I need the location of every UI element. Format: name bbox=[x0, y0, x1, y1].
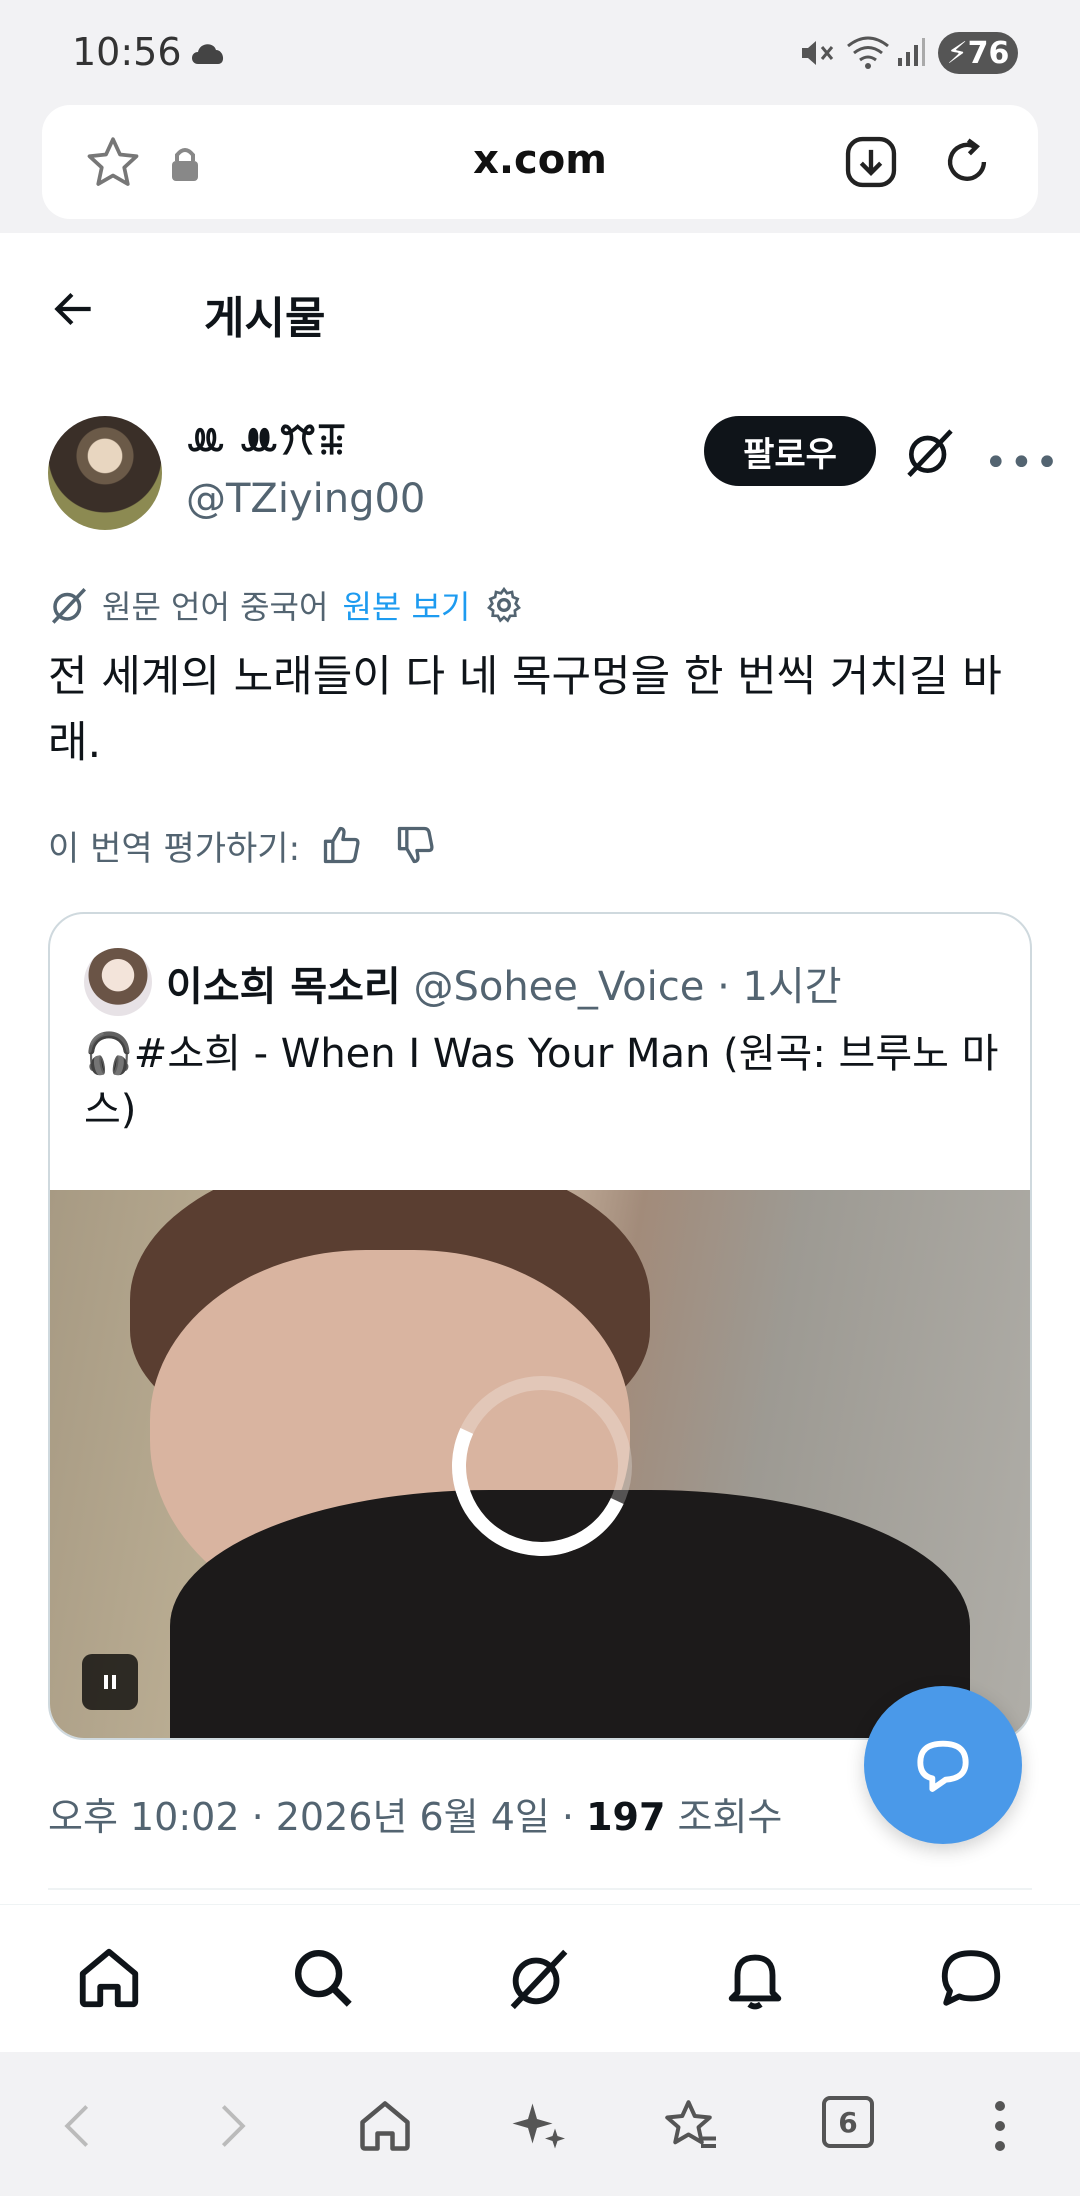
quoted-author-avatar[interactable] bbox=[84, 948, 152, 1016]
mute-icon bbox=[802, 41, 834, 65]
translate-icon bbox=[51, 588, 87, 624]
chat-bubble-icon bbox=[917, 1740, 969, 1792]
rate-translation-label: 이 번역 평가하기: bbox=[48, 828, 301, 869]
gear-icon[interactable] bbox=[484, 585, 524, 625]
video-player[interactable] bbox=[50, 1190, 1030, 1738]
post-timestamp: 오후 10:02 · 2026년 6월 4일 · 197 조회수 bbox=[48, 1786, 782, 1841]
quoted-post-text: 🎧#소희 - When I Was Your Man (원곡: 브루노 마스) bbox=[84, 1031, 999, 1133]
post-datetime: 오후 10:02 · 2026년 6월 4일 · bbox=[48, 1795, 587, 1839]
quoted-author-name[interactable]: 이소희 목소리 bbox=[166, 964, 401, 1010]
battery-level: 76 bbox=[967, 35, 1010, 71]
more-options-icon[interactable]: ••• bbox=[984, 440, 1061, 486]
views-label: 조회수 bbox=[677, 1795, 783, 1839]
translation-source-language: 원문 언어 중국어 bbox=[102, 588, 329, 626]
separator-dot: · bbox=[717, 964, 730, 1010]
grok-icon[interactable] bbox=[504, 1943, 574, 2013]
notifications-icon[interactable] bbox=[720, 1943, 790, 2013]
divider bbox=[48, 1888, 1032, 1890]
reload-icon[interactable] bbox=[938, 133, 996, 191]
back-icon[interactable] bbox=[52, 2096, 104, 2156]
wifi-icon bbox=[847, 36, 889, 69]
grok-icon[interactable] bbox=[902, 424, 958, 480]
thumbs-up-icon[interactable] bbox=[320, 823, 364, 867]
search-icon[interactable] bbox=[288, 1943, 358, 2013]
url-bar[interactable]: x.com bbox=[42, 105, 1038, 219]
translation-notice: 원문 언어 중국어 원본 보기 bbox=[48, 580, 524, 630]
signal-icon bbox=[898, 38, 925, 66]
quoted-post-time: 1시간 bbox=[742, 964, 842, 1010]
show-original-link[interactable]: 원본 보기 bbox=[342, 582, 470, 628]
views-count: 197 bbox=[586, 1795, 666, 1839]
pause-icon bbox=[104, 1675, 116, 1689]
pause-button[interactable] bbox=[82, 1654, 138, 1710]
bookmarks-icon[interactable] bbox=[660, 2096, 722, 2156]
reply-fab-button[interactable] bbox=[864, 1686, 1022, 1844]
messages-icon[interactable] bbox=[936, 1943, 1006, 2013]
rate-translation-row: 이 번역 평가하기: bbox=[48, 820, 438, 870]
home-icon[interactable] bbox=[74, 1943, 144, 2013]
quoted-author-handle[interactable]: @Sohee_Voice bbox=[413, 964, 704, 1010]
browser-bottom-bar: 6 bbox=[0, 2052, 1080, 2196]
status-time: 10:56 bbox=[72, 30, 182, 74]
cloud-icon bbox=[192, 44, 224, 64]
download-icon[interactable] bbox=[842, 133, 900, 191]
quoted-post-header: 이소희 목소리 @Sohee_Voice · 1시간 bbox=[166, 954, 842, 1012]
battery-indicator: ⚡ 76 bbox=[938, 32, 1018, 74]
follow-button[interactable]: 팔로우 bbox=[704, 416, 876, 486]
home-icon[interactable] bbox=[354, 2096, 416, 2156]
thumbs-down-icon[interactable] bbox=[394, 823, 438, 867]
x-bottom-nav bbox=[0, 1904, 1080, 2052]
page-title: 게시물 bbox=[204, 293, 326, 344]
browser-top-area: 10:56 ⚡ 76 x.com bbox=[0, 0, 1080, 233]
quoted-post[interactable]: 이소희 목소리 @Sohee_Voice · 1시간 🎧#소희 - When I… bbox=[48, 912, 1032, 1740]
sparkle-icon[interactable] bbox=[510, 2096, 570, 2156]
author-avatar[interactable] bbox=[48, 416, 162, 530]
forward-icon[interactable] bbox=[206, 2096, 258, 2156]
author-display-name[interactable]: ꔛ ꔚꔫꔯ bbox=[186, 418, 347, 464]
post-text: 전 세계의 노래들이 다 네 목구멍을 한 번씩 거치길 바래. bbox=[48, 652, 1002, 768]
tabs-button[interactable]: 6 bbox=[822, 2096, 874, 2148]
back-arrow-icon[interactable] bbox=[48, 284, 100, 334]
author-handle[interactable]: @TZiying00 bbox=[186, 476, 425, 522]
menu-icon[interactable] bbox=[982, 2096, 1018, 2156]
